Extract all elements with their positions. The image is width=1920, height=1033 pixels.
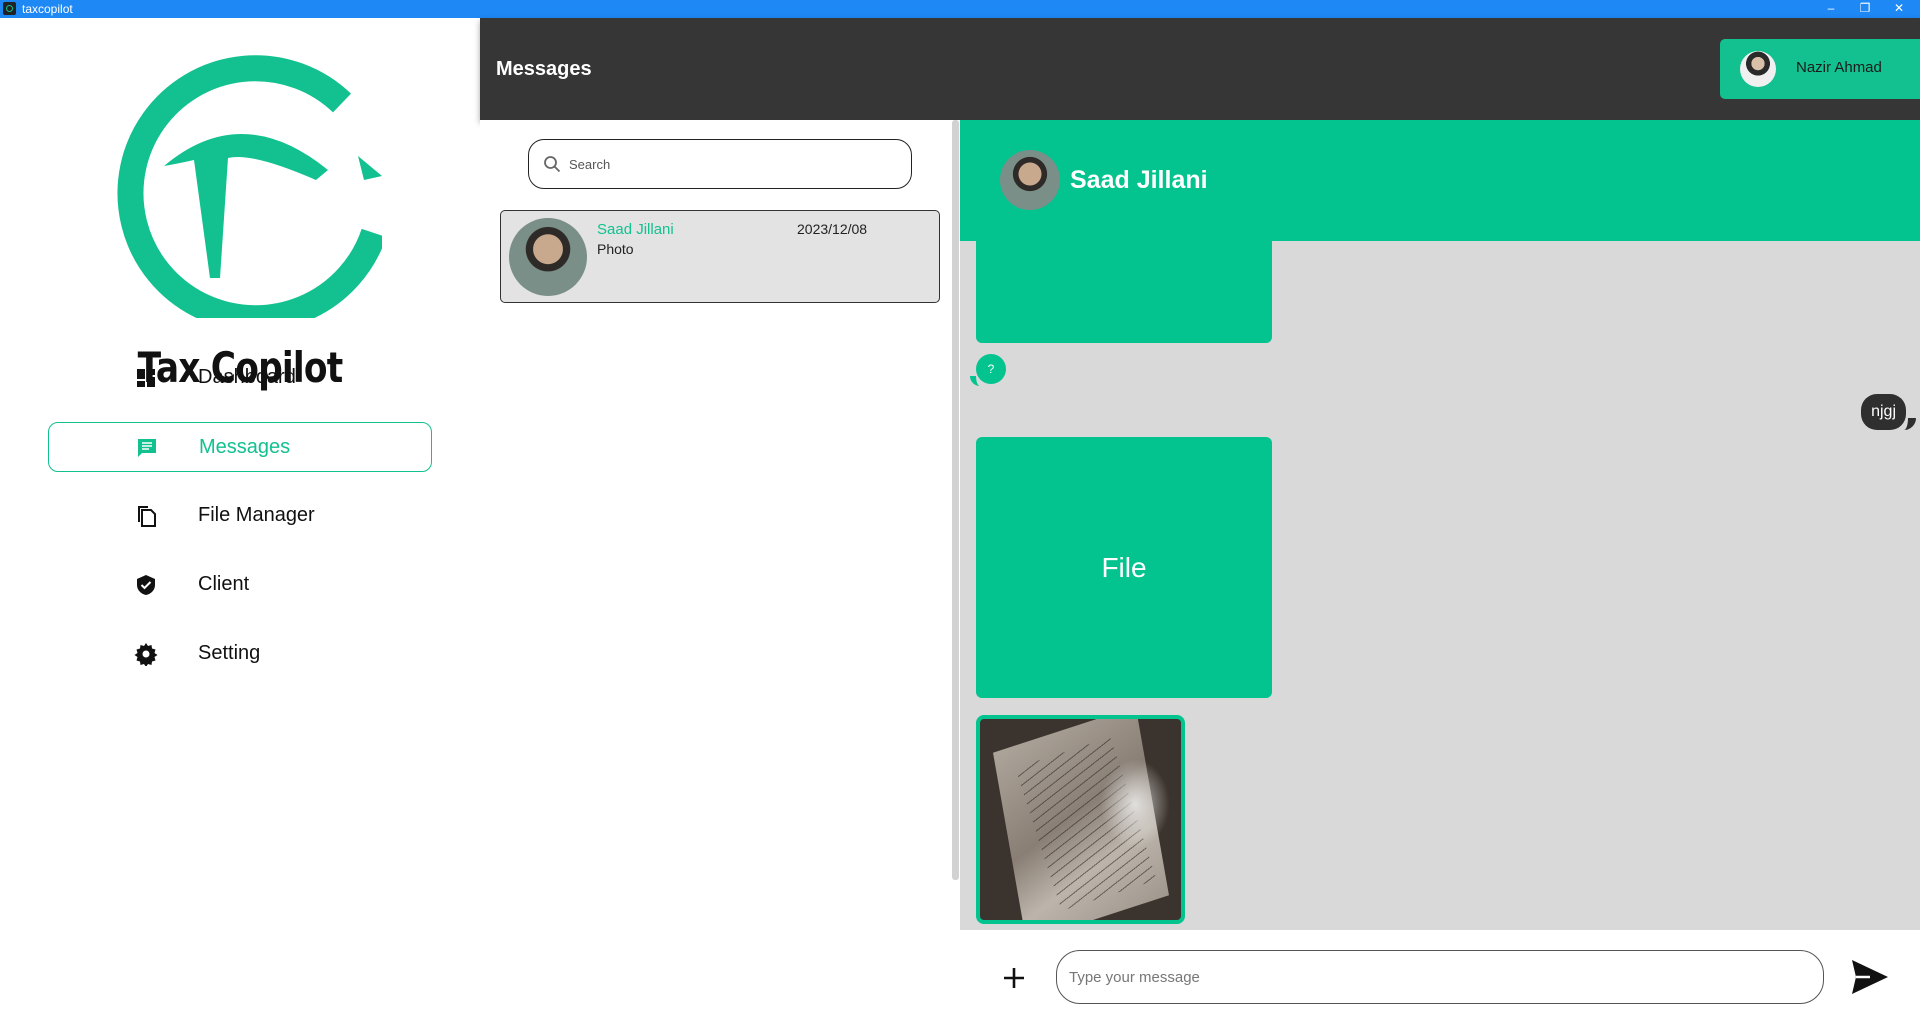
search-icon bbox=[544, 156, 561, 173]
nav-label-messages: Messages bbox=[199, 436, 291, 458]
nav-item-setting[interactable]: Setting bbox=[48, 629, 432, 679]
search-box[interactable] bbox=[528, 139, 912, 189]
chat-contact-avatar bbox=[1000, 150, 1060, 210]
nav-item-client[interactable]: Client bbox=[48, 560, 432, 610]
nav-label-file-manager: File Manager bbox=[198, 504, 315, 526]
user-profile-button[interactable]: Nazir Ahmad bbox=[1720, 39, 1920, 99]
conversation-date: 2023/12/08 bbox=[797, 221, 868, 237]
top-header: Messages Nazir Ahmad bbox=[480, 18, 1920, 120]
sent-message-bubble: njgj bbox=[1861, 394, 1916, 430]
window-title: taxcopilot bbox=[22, 2, 73, 16]
chat-contact-name: Saad Jillani bbox=[1070, 166, 1208, 194]
photo-glare bbox=[1100, 759, 1170, 849]
nav-item-dashboard[interactable]: Dashboard bbox=[48, 353, 432, 403]
nav-item-file-manager[interactable]: File Manager bbox=[48, 491, 432, 541]
tax-copilot-logo bbox=[117, 55, 382, 318]
user-name: Nazir Ahmad bbox=[1796, 59, 1882, 76]
conversation-item[interactable]: Saad Jillani 2023/12/08 Photo bbox=[500, 210, 940, 303]
gear-icon bbox=[134, 643, 158, 666]
shield-check-icon bbox=[137, 575, 155, 595]
chat-header: Saad Jillani bbox=[960, 120, 1920, 241]
nav-label-dashboard: Dashboard bbox=[198, 366, 296, 388]
user-avatar bbox=[1740, 51, 1776, 87]
nav-label-client: Client bbox=[198, 573, 250, 595]
received-message-bubble: ? bbox=[970, 354, 1006, 386]
conversation-name: Saad Jillani bbox=[597, 221, 674, 238]
search-input[interactable] bbox=[569, 152, 889, 176]
message-thread[interactable]: ? njgj File bbox=[960, 241, 1920, 930]
message-input[interactable] bbox=[1056, 950, 1824, 1004]
minimize-button[interactable]: – bbox=[1814, 0, 1848, 18]
send-icon[interactable] bbox=[1850, 958, 1890, 996]
window-title-bar: taxcopilot – ❐ ✕ bbox=[0, 0, 1920, 18]
chat-panel: Saad Jillani ? njgj File bbox=[960, 120, 1920, 1033]
message-attachment[interactable] bbox=[976, 241, 1272, 343]
message-composer bbox=[960, 930, 1920, 1033]
app-window: taxcopilot – ❐ ✕ Tax Copilot Dashboard M… bbox=[0, 0, 1920, 1033]
nav-label-setting: Setting bbox=[198, 642, 261, 664]
conversation-list-panel: Saad Jillani 2023/12/08 Photo bbox=[480, 120, 960, 1033]
contact-avatar bbox=[509, 218, 587, 296]
message-icon bbox=[138, 439, 156, 457]
files-icon bbox=[138, 506, 156, 527]
app-icon bbox=[3, 2, 16, 15]
page-title: Messages bbox=[496, 58, 592, 80]
file-label: File bbox=[1101, 552, 1147, 583]
conversation-list-scrollbar[interactable] bbox=[952, 120, 959, 880]
conversation-preview: Photo bbox=[597, 241, 634, 257]
file-message[interactable]: File bbox=[976, 437, 1272, 698]
add-attachment-button[interactable] bbox=[998, 962, 1030, 994]
dashboard-icon bbox=[137, 369, 155, 387]
nav-item-messages[interactable]: Messages bbox=[48, 422, 432, 472]
restore-button[interactable]: ❐ bbox=[1848, 0, 1882, 18]
photo-message[interactable] bbox=[976, 715, 1185, 924]
sidebar: Tax Copilot Dashboard Messages File Mana… bbox=[0, 18, 480, 1033]
close-button[interactable]: ✕ bbox=[1882, 0, 1916, 18]
